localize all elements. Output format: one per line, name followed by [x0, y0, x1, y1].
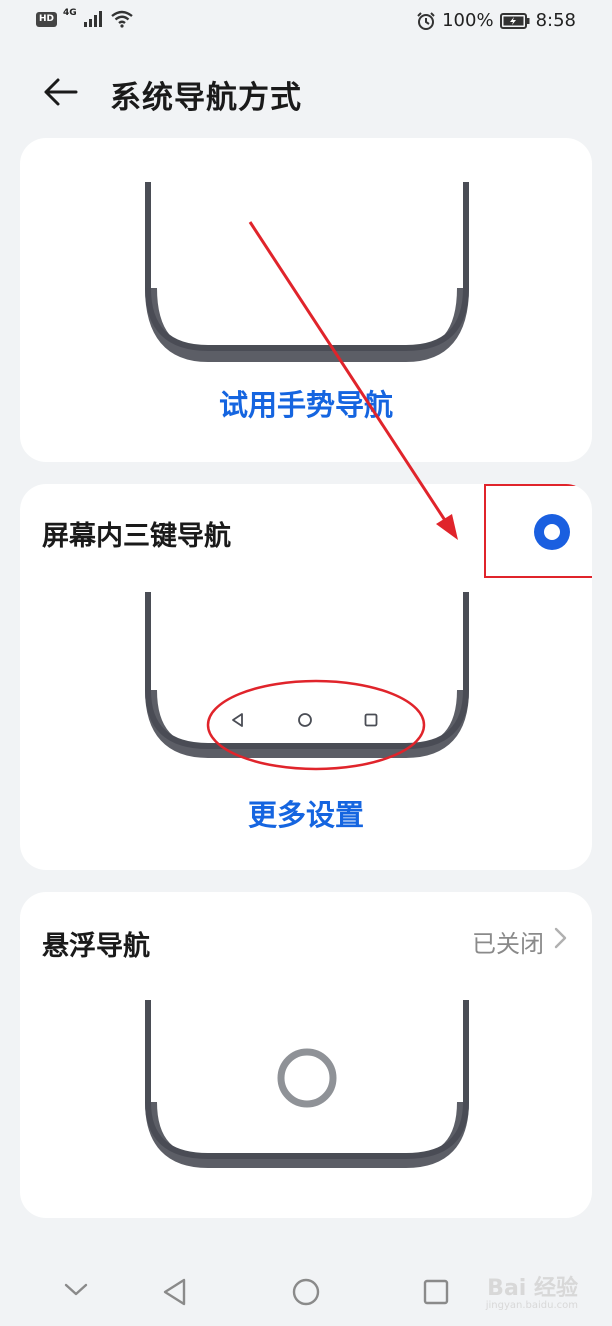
watermark: Bai 经验	[487, 1276, 578, 1301]
back-triangle-icon	[232, 713, 243, 727]
header: 系统导航方式	[0, 60, 612, 124]
home-circle-icon	[298, 713, 312, 727]
alarm-icon	[417, 11, 435, 30]
network-type-badge: 4G	[63, 8, 77, 18]
watermark-url: jingyan.baidu.com	[485, 1300, 578, 1311]
gesture-navigation-card[interactable]: 试用手势导航	[20, 138, 592, 462]
try-gesture-navigation-link[interactable]: 试用手势导航	[20, 382, 592, 424]
back-icon[interactable]	[160, 1277, 188, 1307]
wifi-icon	[110, 10, 133, 28]
home-icon[interactable]	[291, 1277, 321, 1307]
hd-badge: HD	[36, 11, 58, 27]
floating-navigation-card[interactable]: 悬浮导航 已关闭	[20, 892, 592, 1218]
more-settings-link[interactable]: 更多设置	[20, 792, 592, 834]
recents-icon[interactable]	[422, 1278, 450, 1306]
battery-percent: 100%	[442, 10, 494, 31]
status-right: 100% 8:58	[416, 10, 576, 31]
three-key-navigation-card[interactable]: 屏幕内三键导航 更多设置	[20, 484, 592, 870]
collapse-chevron-icon[interactable]	[63, 1280, 89, 1298]
floating-dock-icon	[277, 1048, 337, 1108]
page-title: 系统导航方式	[110, 80, 302, 116]
three-key-radio-selected[interactable]	[534, 514, 570, 550]
status-left: HD 4G	[36, 8, 133, 28]
clock: 8:58	[535, 10, 576, 31]
signal-icon	[83, 11, 102, 27]
recent-square-icon	[364, 713, 378, 727]
back-arrow-icon[interactable]	[40, 72, 80, 112]
status-bar: HD 4G 100% 8:58	[0, 0, 612, 44]
battery-charging-icon	[499, 12, 530, 29]
